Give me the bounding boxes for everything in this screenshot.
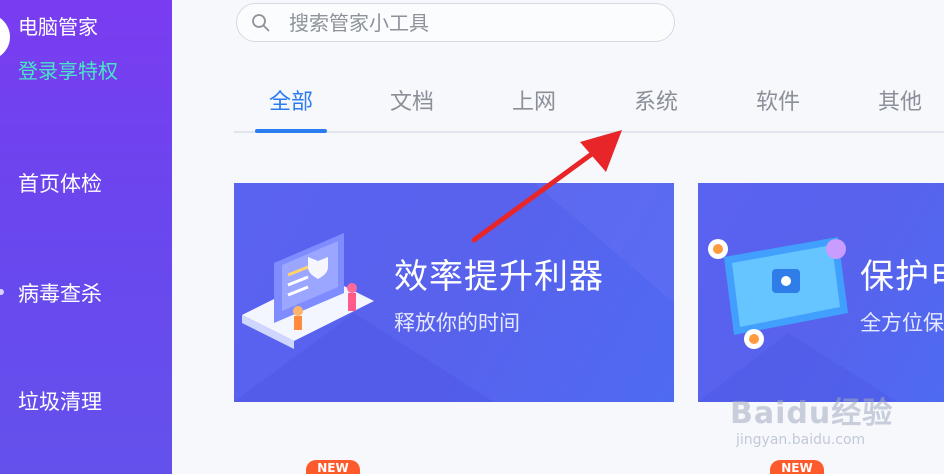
annotation-arrow-icon — [471, 130, 622, 243]
tab-system[interactable]: 系统 — [616, 84, 696, 116]
sidebar-item-home-check[interactable]: 首页体检 — [18, 168, 102, 198]
nav-dot-icon — [0, 289, 4, 295]
search-input[interactable] — [289, 10, 659, 36]
sidebar-item-junk-clean[interactable]: 垃圾清理 — [18, 386, 102, 416]
banner-title: 保护电 — [860, 257, 944, 297]
avatar[interactable] — [0, 14, 10, 60]
banner-title: 效率提升利器 — [394, 257, 604, 297]
banner-subtitle: 释放你的时间 — [394, 311, 520, 335]
app-title: 电脑管家 — [18, 15, 98, 39]
login-link[interactable]: 登录享特权 — [18, 55, 118, 84]
tab-internet[interactable]: 上网 — [494, 84, 574, 116]
sidebar: 电脑管家 登录享特权 首页体检 病毒查杀 垃圾清理 — [0, 0, 172, 474]
tab-other[interactable]: 其他 — [860, 84, 940, 116]
search-icon — [252, 14, 270, 32]
tab-software[interactable]: 软件 — [738, 84, 818, 116]
search-box[interactable] — [236, 3, 675, 42]
sidebar-item-virus-scan[interactable]: 病毒查杀 — [18, 278, 102, 308]
active-tab-indicator — [255, 129, 327, 133]
new-badge: NEW — [306, 460, 360, 474]
banner-subtitle: 全方位保 — [860, 311, 944, 335]
tab-documents[interactable]: 文档 — [372, 84, 452, 116]
watermark-brand: Baidu经验 — [730, 396, 894, 431]
watermark-url: jingyan.baidu.com — [736, 432, 866, 448]
tab-all[interactable]: 全部 — [251, 84, 331, 116]
baidu-watermark: Baidu经验 jingyan.baidu.com — [722, 370, 944, 474]
